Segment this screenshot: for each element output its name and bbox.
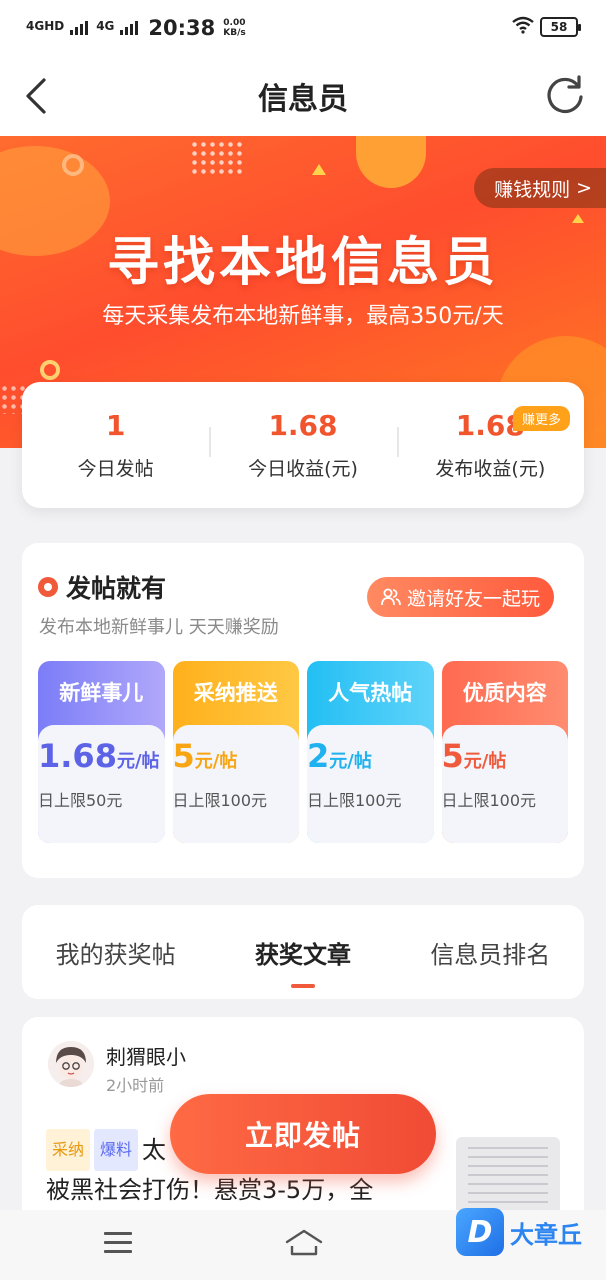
tier-name: 优质内容 <box>462 681 547 705</box>
signal-label-2: 4G <box>96 19 115 33</box>
watermark-mark: D <box>456 1208 504 1256</box>
tier-name: 人气热帖 <box>328 681 413 705</box>
tier-card-quality[interactable]: 优质内容 5元/帖 日上限100元 <box>441 661 569 843</box>
earning-rules-button[interactable]: 赚钱规则 > <box>474 168 606 208</box>
tier-limit: 日上限100元 <box>441 791 537 810</box>
tier-price: 1.68元/帖 <box>38 737 165 775</box>
tier-name: 采纳推送 <box>193 681 278 705</box>
post-now-button[interactable]: 立即发帖 <box>170 1094 436 1174</box>
tier-body: 5元/帖 日上限100元 <box>172 725 300 843</box>
speed-unit: KB/s <box>223 28 246 38</box>
stat-label: 今日发帖 <box>77 458 154 480</box>
tier-body: 5元/帖 日上限100元 <box>441 725 569 843</box>
tier-price: 2元/帖 <box>307 737 434 775</box>
stat-today-posts[interactable]: 1 今日发帖 <box>22 409 209 481</box>
tier-price-value: 2 <box>307 737 330 775</box>
back-chevron-icon[interactable] <box>16 74 60 118</box>
signal-bars-2-icon <box>120 21 139 35</box>
section-title-text: 发帖就有 <box>66 574 167 603</box>
home-icon[interactable] <box>284 1228 324 1258</box>
tab-my-awarded-posts[interactable]: 我的获奖帖 <box>22 935 209 970</box>
decor-dots <box>190 140 242 176</box>
tier-name: 新鲜事儿 <box>59 681 144 705</box>
tab-awarded-articles[interactable]: 获奖文章 <box>209 935 396 988</box>
tier-price-unit: 元/帖 <box>116 751 160 772</box>
decor-ring <box>62 154 84 176</box>
users-icon <box>381 588 401 606</box>
tab-ranking[interactable]: 信息员排名 <box>397 935 584 970</box>
tier-limit: 日上限100元 <box>307 791 402 810</box>
tier-limit: 日上限100元 <box>172 791 268 810</box>
battery-level: 58 <box>550 20 568 34</box>
tier-body: 1.68元/帖 日上限50元 <box>38 725 165 843</box>
decor-triangle <box>312 164 326 175</box>
post-rewards-card: 发帖就有 发布本地新鲜事儿 天天赚奖励 邀请好友一起玩 新鲜事儿 1.68元/帖… <box>22 543 584 878</box>
tier-price-value: 1.68 <box>38 737 117 775</box>
chevron-right-icon: > <box>576 177 592 199</box>
earning-rules-label: 赚钱规则 <box>494 178 571 201</box>
signal-label-1: 4GHD <box>26 19 65 33</box>
clock: 20:38 <box>148 16 216 40</box>
speed-value: 0.00 <box>223 18 246 28</box>
tier-price: 5元/帖 <box>173 737 300 775</box>
nav-bar: 信息员 <box>0 56 606 136</box>
battery-indicator: 58 <box>540 17 581 37</box>
content-tabs: 我的获奖帖 获奖文章 信息员排名 <box>22 905 584 999</box>
decor-ring <box>40 360 60 380</box>
post-time: 2小时前 <box>106 1076 165 1095</box>
earn-more-badge[interactable]: 赚更多 <box>512 406 570 431</box>
headline-line2: 被黑社会打伤！悬赏3-5万，全 <box>46 1176 374 1204</box>
tier-body: 2元/帖 日上限100元 <box>307 725 434 843</box>
tier-price: 5元/帖 <box>442 737 569 775</box>
signal-bars-1-icon <box>70 21 89 35</box>
avatar[interactable] <box>48 1041 94 1087</box>
stat-value: 1.68 <box>268 409 338 442</box>
avatar-face-icon <box>48 1041 94 1087</box>
tier-price-unit: 元/帖 <box>463 751 507 772</box>
page-title: 信息员 <box>258 82 348 117</box>
refresh-icon[interactable] <box>542 72 588 118</box>
tag-scoop: 爆料 <box>94 1129 139 1171</box>
tag-adopted: 采纳 <box>46 1129 91 1171</box>
headline-line1: 太 <box>142 1136 167 1164</box>
stat-value: 1 <box>105 409 126 442</box>
tier-price-value: 5 <box>172 737 195 775</box>
stat-label: 发布收益(元) <box>435 458 546 480</box>
tier-price-unit: 元/帖 <box>194 751 238 772</box>
status-bar: 4GHD 4G 20:38 0.00 KB/s 58 <box>0 0 606 56</box>
tier-card-fresh[interactable]: 新鲜事儿 1.68元/帖 日上限50元 <box>38 661 165 843</box>
wifi-icon <box>512 16 534 34</box>
reward-tiers: 新鲜事儿 1.68元/帖 日上限50元 采纳推送 5元/帖 日上限100元 人气… <box>38 661 568 843</box>
invite-friends-label: 邀请好友一起玩 <box>406 587 540 610</box>
decor-circle <box>356 136 426 188</box>
menu-icon[interactable] <box>104 1232 132 1254</box>
bullet-dot-icon <box>38 577 58 597</box>
tier-card-popular[interactable]: 人气热帖 2元/帖 日上限100元 <box>307 661 434 843</box>
tier-limit: 日上限50元 <box>38 791 123 810</box>
author-name[interactable]: 刺猬眼小 <box>106 1041 186 1070</box>
watermark-text: 大章丘 <box>510 1220 582 1249</box>
earnings-stats-card: 1 今日发帖 1.68 今日收益(元) 1.68 发布收益(元) 赚更多 <box>22 382 584 508</box>
stat-label: 今日收益(元) <box>248 458 358 480</box>
tier-card-adopted[interactable]: 采纳推送 5元/帖 日上限100元 <box>172 661 300 843</box>
hero-subtitle: 每天采集发布本地新鲜事，最高350元/天 <box>102 304 504 329</box>
section-title: 发帖就有 <box>38 569 166 605</box>
network-speed: 0.00 KB/s <box>223 18 245 38</box>
tier-price-value: 5 <box>441 737 464 775</box>
stat-today-income[interactable]: 1.68 今日收益(元) <box>209 409 396 481</box>
section-subtitle: 发布本地新鲜事儿 天天赚奖励 <box>39 617 279 638</box>
invite-friends-button[interactable]: 邀请好友一起玩 <box>366 577 554 617</box>
tier-price-unit: 元/帖 <box>329 751 372 772</box>
watermark-logo: D 大章丘 <box>456 1204 600 1260</box>
hero-title: 寻找本地信息员 <box>106 233 499 293</box>
